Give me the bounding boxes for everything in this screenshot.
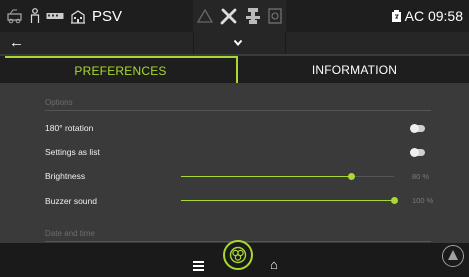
options-section-title: Options — [45, 98, 73, 107]
status-bar: PSV AC 09:58 — [0, 0, 469, 32]
home-icon[interactable]: ⌂ — [270, 257, 278, 272]
tools-icon[interactable] — [219, 7, 239, 25]
brightness-label: Brightness — [45, 171, 86, 181]
tab-bar: PREFERENCES INFORMATION — [0, 56, 469, 83]
menu-icon[interactable] — [193, 261, 204, 273]
app-name: PSV — [92, 7, 123, 25]
buzzer-sound-label: Buzzer sound — [45, 196, 97, 206]
buzzer-sound-slider-handle[interactable] — [391, 197, 398, 204]
status-left: PSV — [6, 4, 122, 28]
fan-icon — [245, 8, 260, 24]
date-time-section-title: Date and time — [45, 229, 95, 238]
machine-icon — [7, 9, 22, 24]
bus-icon — [46, 13, 64, 19]
warning-triangle-icon — [196, 9, 213, 23]
settings-as-list-label: Settings as list — [45, 147, 100, 157]
status-right: AC 09:58 — [391, 0, 463, 32]
tab-information[interactable]: INFORMATION — [240, 56, 469, 83]
rotation-toggle[interactable] — [410, 124, 425, 133]
tab-preferences[interactable]: PREFERENCES — [5, 56, 238, 83]
section-divider — [45, 110, 431, 111]
back-arrow-icon[interactable]: ← — [9, 34, 24, 51]
fan-mode-button[interactable] — [223, 240, 253, 270]
buzzer-sound-slider-fill — [181, 200, 394, 201]
person-icon — [30, 8, 40, 23]
building-icon — [71, 10, 85, 24]
settings-as-list-toggle[interactable] — [410, 148, 425, 157]
alarm-warning-icon[interactable] — [442, 245, 464, 267]
preferences-panel: Options 180° rotation Settings as list B… — [0, 83, 469, 243]
brightness-slider-fill — [181, 176, 352, 177]
rotation-label: 180° rotation — [45, 123, 94, 133]
tab-preferences-label: PREFERENCES — [74, 63, 167, 78]
fan-blades-icon — [229, 246, 247, 264]
brightness-slider[interactable] — [181, 173, 394, 180]
chevron-down-icon[interactable] — [233, 38, 243, 48]
status-center — [193, 0, 286, 32]
buzzer-sound-value: 100 % — [412, 196, 434, 205]
ventilation-icon — [267, 8, 282, 24]
brightness-value: 80 % — [412, 172, 430, 181]
buzzer-sound-slider[interactable] — [181, 197, 398, 204]
battery-plug-icon — [391, 9, 401, 22]
brightness-slider-handle[interactable] — [348, 173, 356, 180]
clock: AC 09:58 — [404, 8, 463, 24]
nav-bar: ← — [0, 32, 469, 54]
tab-information-label: INFORMATION — [311, 62, 398, 77]
